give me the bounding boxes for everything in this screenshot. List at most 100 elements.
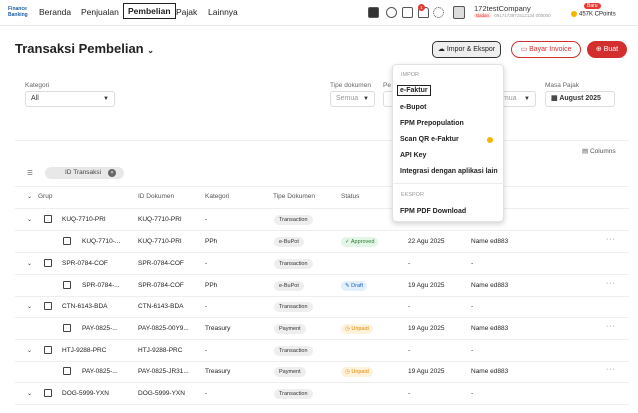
chevron-down-icon[interactable]: ⌄ <box>27 347 32 354</box>
row-date: - <box>408 347 411 354</box>
status-badge: ✎ Draft <box>341 281 368 291</box>
row-checkbox[interactable] <box>63 281 71 289</box>
header-id-dokumen[interactable]: ID Dokumen <box>138 193 174 200</box>
row-tipe: Transaction <box>274 215 313 225</box>
periode-label: Pe <box>383 82 391 89</box>
nav-beranda[interactable]: Beranda <box>39 7 71 17</box>
row-tipe: Transaction <box>274 346 313 356</box>
divider <box>15 252 629 253</box>
points-new-badge: Baru <box>584 3 601 9</box>
row-group: SPR-0784-... <box>82 282 120 289</box>
status-badge: ◷ Unpaid <box>341 367 373 377</box>
divider <box>15 339 629 340</box>
menu-item-fpm-prepopulation[interactable]: FPM Prepopulation <box>400 120 464 127</box>
chevron-down-icon[interactable]: ⌄ <box>27 390 32 397</box>
clock-icon: ◷ <box>345 326 350 332</box>
row-checkbox[interactable] <box>44 259 52 267</box>
ekspor-section-label: EKSPOR <box>401 192 424 198</box>
divider <box>15 404 629 405</box>
menu-item-scan-qr[interactable]: Scan QR e-Faktur <box>400 136 459 143</box>
nav-pajak[interactable]: Pajak <box>176 7 197 17</box>
row-kategori: Treasury <box>205 368 231 375</box>
wallet-icon[interactable] <box>368 7 379 18</box>
menu-item-e-faktur[interactable]: e-Faktur <box>397 85 431 96</box>
kategori-select[interactable]: All ▼ <box>25 91 115 107</box>
row-name: - <box>471 390 474 397</box>
chevron-down-icon[interactable]: ⌄ <box>27 216 32 223</box>
row-name: - <box>471 303 474 310</box>
chevron-down-icon: ▼ <box>524 96 530 102</box>
bayar-invoice-button[interactable]: ▭ Bayar Invoice <box>511 41 581 58</box>
header-group[interactable]: Grup <box>38 193 52 200</box>
status-text: Approved <box>350 239 375 245</box>
row-checkbox[interactable] <box>63 237 71 245</box>
nav-pembelian[interactable]: Pembelian <box>123 3 176 19</box>
menu-item-fpm-pdf-download[interactable]: FPM PDF Download <box>400 208 466 215</box>
company-name[interactable]: 172testCompany <box>474 4 531 13</box>
row-group: PAY-0825-... <box>82 368 118 375</box>
status-text: Unpaid <box>351 369 369 375</box>
chevron-down-icon[interactable]: ⌄ <box>27 260 32 267</box>
divider <box>15 317 629 318</box>
page-title[interactable]: Transaksi Pembelian ⌄ <box>15 41 154 56</box>
nav-penjualan[interactable]: Penjualan <box>81 7 119 17</box>
divider <box>15 230 629 231</box>
row-id: CTN-6143-BDA <box>138 303 184 310</box>
menu-item-integrasi[interactable]: Integrasi dengan aplikasi lain <box>400 168 498 175</box>
building-icon[interactable] <box>453 6 465 19</box>
row-checkbox[interactable] <box>44 346 52 354</box>
import-export-button[interactable]: ☁ Impor & Ekspor <box>432 41 501 58</box>
chevron-down-icon: ▼ <box>363 96 369 102</box>
row-kategori: - <box>205 216 208 223</box>
chevron-down-icon[interactable]: ⌄ <box>27 193 32 200</box>
clock-icon: ◷ <box>345 369 350 375</box>
row-more-icon[interactable]: ··· <box>606 280 616 287</box>
help-icon[interactable] <box>386 7 397 18</box>
chevron-down-icon: ▼ <box>103 96 109 102</box>
check-icon: ✓ <box>345 239 350 245</box>
row-checkbox[interactable] <box>63 367 71 375</box>
close-icon[interactable]: × <box>108 169 116 177</box>
row-checkbox[interactable] <box>44 215 52 223</box>
divider <box>15 186 629 187</box>
masa-pajak-value: August 2025 <box>559 95 601 102</box>
row-more-icon[interactable]: ··· <box>606 323 616 330</box>
status-badge: ✓ Approved <box>341 237 379 247</box>
header-kategori[interactable]: Kategori <box>205 193 229 200</box>
chevron-down-icon[interactable]: ⌄ <box>27 303 32 310</box>
row-id: DOG-5999-YXN <box>138 390 185 397</box>
row-more-icon[interactable]: ··· <box>606 366 616 373</box>
row-id: SPR-0784-COF <box>138 260 184 267</box>
buat-button[interactable]: ⊕ Buat <box>587 41 627 58</box>
gear-icon[interactable] <box>433 7 444 18</box>
row-checkbox[interactable] <box>63 324 71 332</box>
menu-item-api-key[interactable]: API Key <box>400 152 426 159</box>
row-date: 22 Agu 2025 <box>408 238 445 245</box>
menu-item-e-bupot[interactable]: e-Bupot <box>400 104 426 111</box>
notification-count: 1 <box>418 4 425 11</box>
top-navbar: Finance Banking Beranda Penjualan Pembel… <box>0 0 638 26</box>
status-text: Draft <box>351 283 364 289</box>
row-name: - <box>471 260 474 267</box>
columns-button[interactable]: ▤ Columns <box>582 147 616 155</box>
row-date: - <box>408 260 411 267</box>
masa-pajak-select[interactable]: ▦ August 2025 <box>545 91 615 107</box>
filter-list-icon[interactable]: ☰ <box>27 169 33 177</box>
row-more-icon[interactable]: ··· <box>606 236 616 243</box>
tipe-dokumen-select[interactable]: Semua ▼ <box>330 91 375 107</box>
id-transaksi-chip[interactable]: ID Transaksi × <box>45 167 124 179</box>
points-display[interactable]: 457K CPoints <box>571 11 616 18</box>
row-name: - <box>471 347 474 354</box>
row-date: - <box>408 390 411 397</box>
header-status[interactable]: Status <box>341 193 359 200</box>
header-tipe-dokumen[interactable]: Tipe Dokumen <box>273 193 315 200</box>
row-checkbox[interactable] <box>44 302 52 310</box>
calculator-icon[interactable] <box>402 7 413 18</box>
row-checkbox[interactable] <box>44 389 52 397</box>
app-logo[interactable]: Finance Banking <box>8 6 36 20</box>
row-group: CTN-6143-BDA <box>62 303 108 310</box>
row-tipe: Payment <box>274 324 306 334</box>
row-kategori: - <box>205 303 208 310</box>
nav-lainnya[interactable]: Lainnya <box>208 7 238 17</box>
row-kategori: - <box>205 390 208 397</box>
